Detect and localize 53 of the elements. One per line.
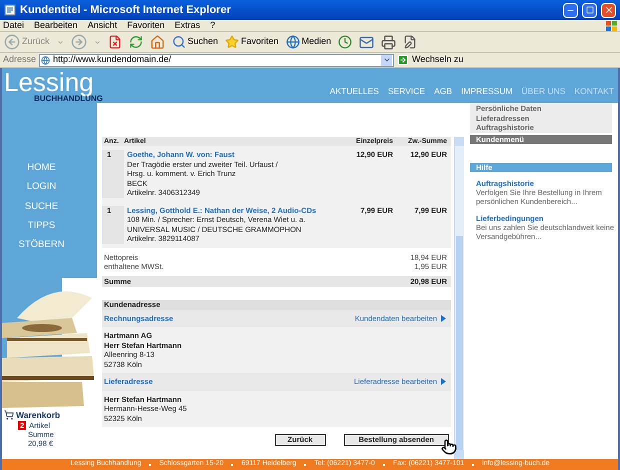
caret-icon — [56, 38, 64, 46]
window-title: Kundentitel - Microsoft Internet Explorer — [20, 2, 232, 18]
sidebar-nav-link[interactable]: SUCHE — [24, 200, 58, 214]
nav-link[interactable]: SERVICE — [388, 85, 426, 98]
dropdown-button[interactable] — [381, 54, 392, 66]
home-icon[interactable] — [150, 34, 165, 50]
menu-item[interactable]: Extras — [174, 18, 200, 32]
history-icon[interactable] — [338, 35, 352, 49]
address-label: Adresse — [3, 53, 36, 66]
cart-icon — [4, 410, 14, 420]
close-icon — [604, 5, 614, 15]
search-icon — [172, 35, 186, 49]
menu-item[interactable]: Ansicht — [88, 18, 118, 32]
windows-logo-icon — [606, 20, 617, 30]
nav-link[interactable]: AGB — [434, 85, 452, 98]
edit-icon[interactable] — [403, 35, 418, 49]
page-icon — [4, 4, 16, 16]
print-icon[interactable] — [381, 34, 396, 50]
nav-link[interactable]: IMPRESSUM — [461, 85, 513, 98]
globe-icon — [41, 56, 50, 64]
media-button[interactable]: Medien — [286, 35, 332, 49]
search-button[interactable]: Suchen — [172, 35, 218, 49]
sidebar-nav-link[interactable]: LOGIN — [26, 180, 56, 194]
globe-icon — [286, 35, 300, 49]
maximize-button[interactable] — [582, 2, 597, 18]
stop-icon[interactable] — [108, 35, 122, 49]
star-icon — [225, 35, 240, 49]
address-field[interactable]: http://www.kundendomain.de/ — [39, 54, 394, 66]
menu-item[interactable]: ? — [210, 18, 216, 32]
menu-item[interactable]: Favoriten — [127, 18, 165, 32]
back-button[interactable]: Zurück — [4, 34, 50, 50]
caret-icon — [94, 38, 101, 46]
sidebar-nav-link[interactable]: HOME — [27, 161, 56, 176]
maximize-icon — [586, 6, 594, 14]
triangle-icon — [441, 314, 446, 322]
triangle-icon — [441, 378, 446, 386]
menu-item[interactable]: Datei — [3, 18, 24, 32]
minimize-button[interactable] — [563, 2, 578, 18]
scrollbar[interactable] — [454, 137, 464, 459]
refresh-icon[interactable] — [128, 35, 143, 49]
logo: Lessing — [4, 69, 94, 95]
sidebar-nav-link[interactable]: TIPPS — [28, 218, 56, 233]
sidebar-nav-link[interactable]: STÖBERN — [18, 238, 64, 252]
close-button[interactable] — [601, 2, 616, 18]
go-button[interactable]: Wechseln zu — [397, 53, 464, 67]
menu-item[interactable]: Bearbeiten — [34, 18, 78, 32]
caret-icon — [382, 56, 391, 64]
hand-cursor-icon — [441, 439, 457, 455]
logo-subtitle: BUCHHANDLUNG — [34, 95, 104, 103]
mail-icon[interactable] — [359, 34, 374, 50]
cart-link[interactable]: Warenkorb — [16, 410, 60, 420]
nav-link[interactable]: AKTUELLES — [330, 85, 379, 98]
favorites-button[interactable]: Favoriten — [225, 35, 279, 49]
